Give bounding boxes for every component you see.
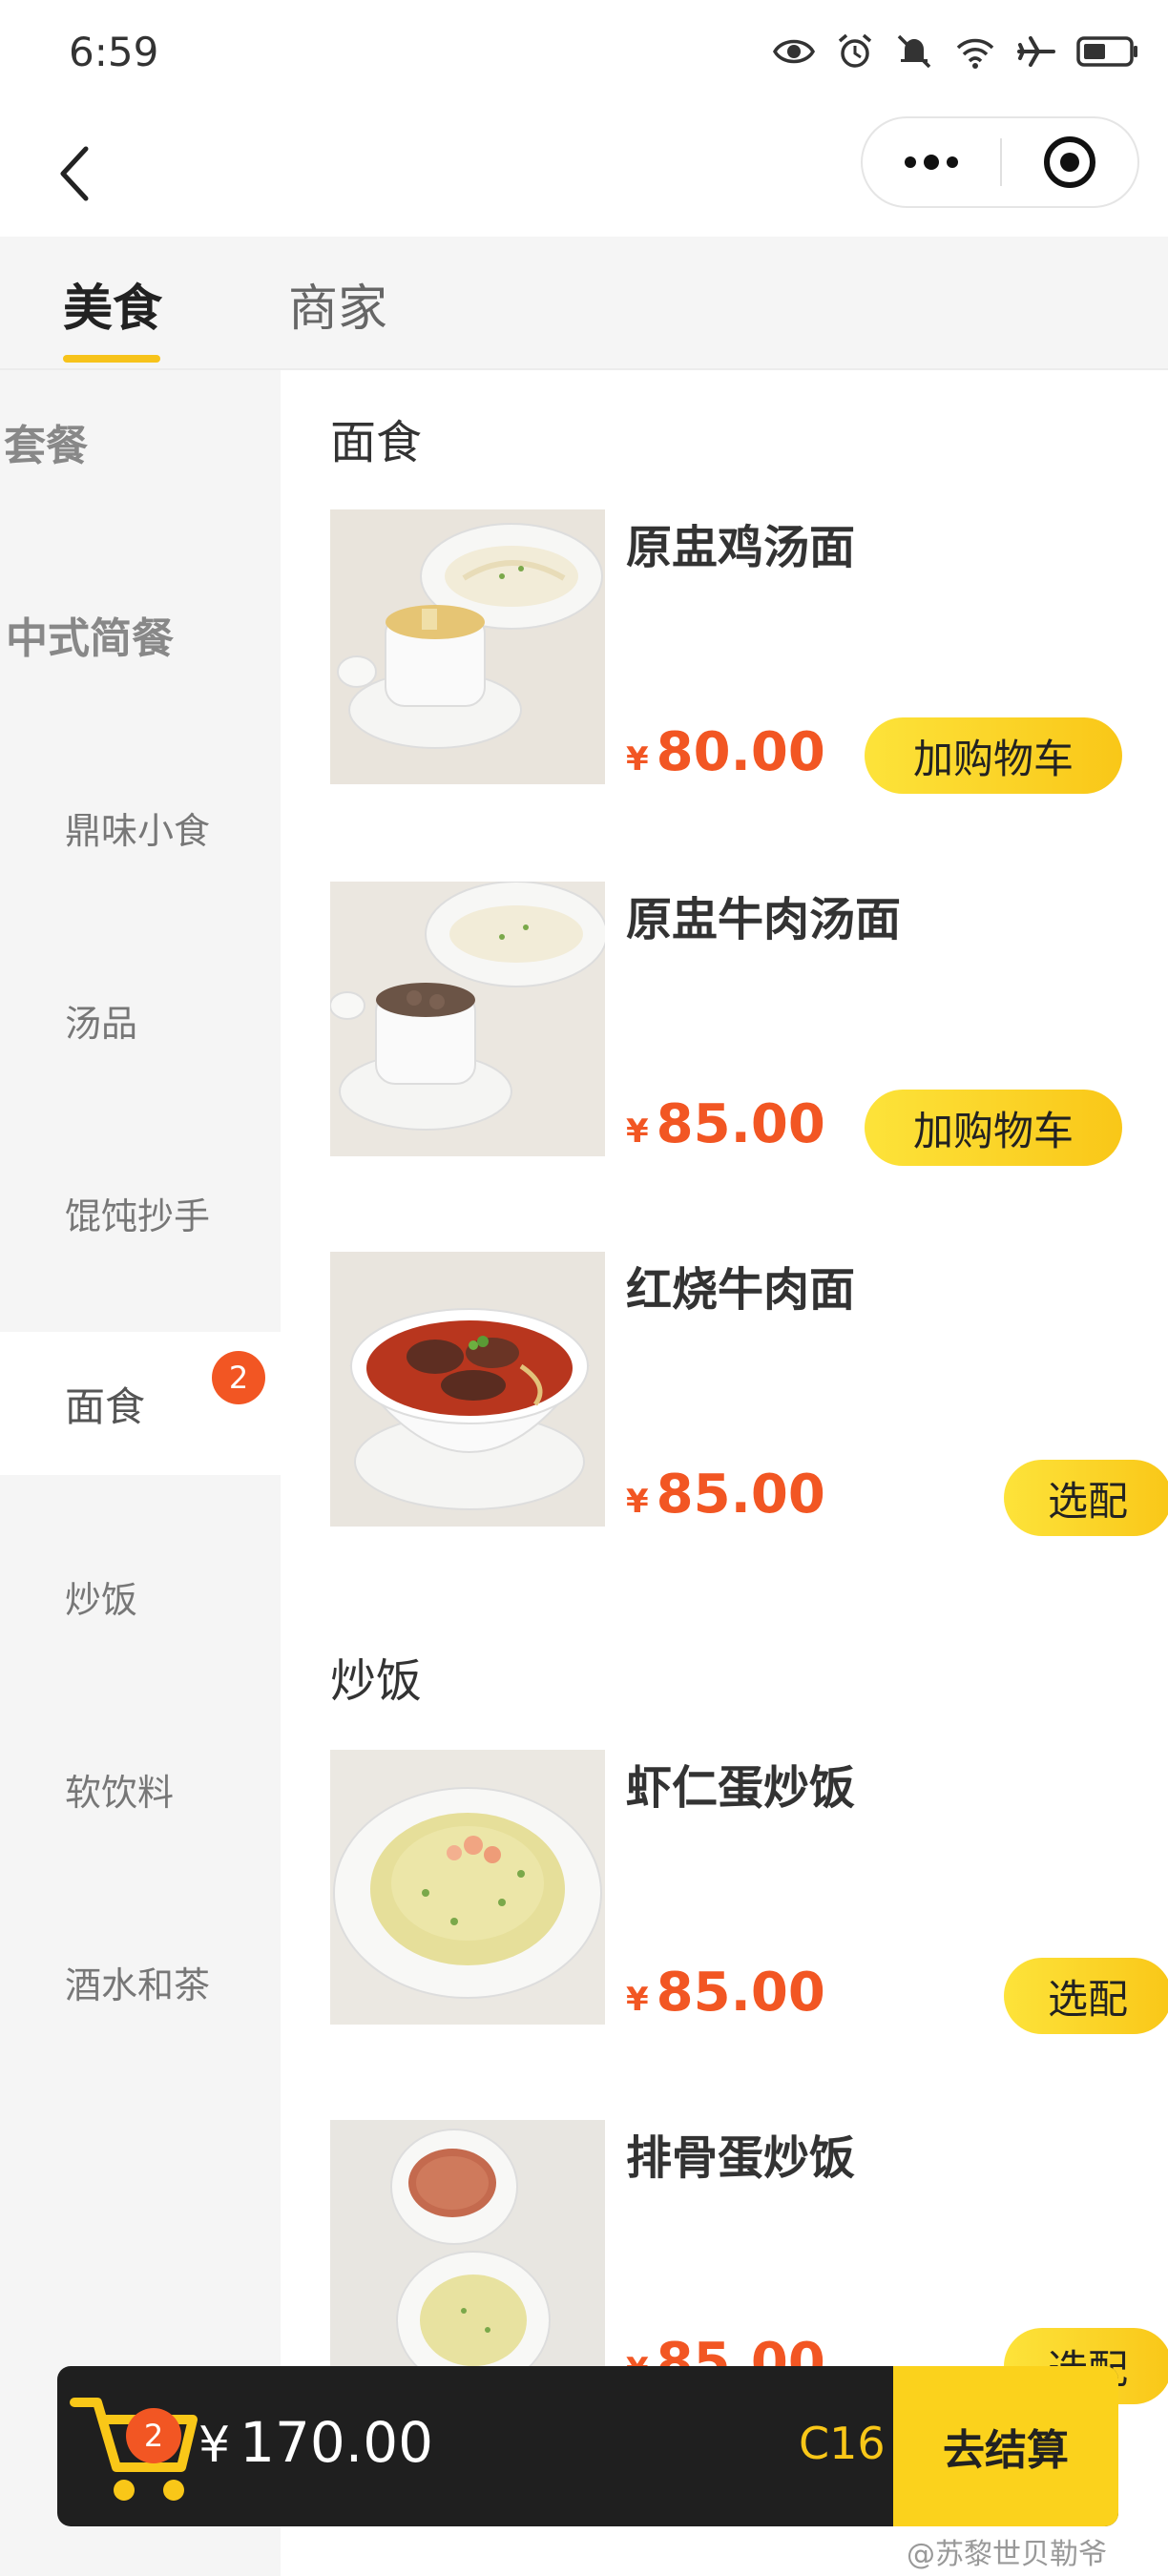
cart-count-badge: 2 [126, 2408, 181, 2463]
currency-symbol: ¥ [198, 2417, 231, 2474]
chicken-soup-noodle-image[interactable] [330, 509, 605, 784]
cart-total: ¥ 170.00 [198, 2410, 433, 2475]
table-number: C16 [799, 2418, 886, 2469]
sidebar-item-label: 汤品 [65, 1002, 138, 1045]
sidebar-item-wontons[interactable]: 馄饨抄手 [0, 1141, 281, 1284]
sidebar-item-label: 套餐 [4, 422, 88, 470]
currency-symbol: ¥ [626, 1483, 649, 1521]
shrimp-fried-rice-image[interactable] [330, 1750, 605, 2025]
braised-beef-noodle-image[interactable] [330, 1252, 605, 1527]
price-value: 85.00 [656, 1962, 825, 2024]
sidebar-item-soups[interactable]: 汤品 [0, 948, 281, 1091]
select-options-button[interactable]: 选配 [1004, 1958, 1168, 2034]
tab-merchant[interactable]: 商家 [288, 237, 387, 370]
select-options-button[interactable]: 选配 [1004, 1460, 1168, 1536]
pork-chop-fried-rice-image[interactable] [330, 2120, 605, 2395]
sidebar-item-label: 鼎味小食 [65, 809, 211, 852]
beef-soup-noodle-image[interactable] [330, 882, 605, 1156]
add-to-cart-button[interactable]: 加购物车 [865, 717, 1122, 794]
sidebar-item-fried-rice[interactable]: 炒饭 [0, 1525, 281, 1668]
dish-name: 原盅鸡汤面 [626, 521, 856, 574]
dish-card: 虾仁蛋炒饭 ¥ 85.00 选配 [330, 1750, 1168, 2034]
dish-name: 虾仁蛋炒饭 [626, 1761, 856, 1815]
dish-price: ¥ 85.00 [626, 1464, 825, 1526]
more-button[interactable] [863, 118, 1000, 206]
status-icons [773, 32, 1139, 71]
dish-name: 排骨蛋炒饭 [626, 2131, 856, 2185]
active-tab-indicator [63, 355, 160, 363]
add-to-cart-button[interactable]: 加购物车 [865, 1090, 1122, 1166]
currency-symbol: ¥ [626, 740, 649, 779]
sidebar-item-chinese-meal[interactable]: 中式简餐 [0, 563, 281, 706]
price-value: 85.00 [656, 1093, 825, 1155]
sidebar-item-label: 面食 [65, 1382, 146, 1430]
battery-icon [1076, 36, 1137, 67]
dish-name: 原盅牛肉汤面 [626, 893, 902, 946]
menu-content: 面食 原盅鸡汤面 ¥ 80.00 加购物车 原盅牛肉汤面 ¥ 85.00 加购物… [281, 370, 1168, 2576]
tab-food[interactable]: 美食 [63, 237, 162, 370]
status-time: 6:59 [69, 29, 159, 75]
bell-off-icon [897, 34, 931, 69]
back-button[interactable] [46, 135, 103, 212]
sidebar-item-label: 酒水和茶 [65, 1963, 211, 2006]
nav-header [0, 113, 1168, 237]
section-title-noodles: 面食 [330, 416, 423, 469]
dish-price: ¥ 85.00 [626, 1093, 825, 1155]
dish-card: 排骨蛋炒饭 ¥ 85.00 选配 [330, 2120, 1168, 2404]
close-button[interactable] [1002, 118, 1137, 206]
section-title-fried-rice: 炒饭 [330, 1654, 423, 1708]
price-value: 80.00 [656, 721, 825, 783]
mini-program-capsule [861, 116, 1139, 208]
sidebar-item-snacks[interactable]: 鼎味小食 [0, 756, 281, 899]
watermark: @苏黎世贝勒爷 [907, 2538, 1107, 2571]
count-badge: 2 [212, 1351, 265, 1404]
airplane-icon [1017, 36, 1055, 67]
chevron-left-icon [60, 146, 89, 201]
checkout-button[interactable]: 去结算 [893, 2366, 1118, 2526]
price-value: 85.00 [656, 1464, 825, 1526]
sidebar-item-drinks-tea[interactable]: 酒水和茶 [0, 1910, 281, 2053]
wifi-icon [956, 38, 994, 69]
category-sidebar: 套餐 中式简餐 鼎味小食 汤品 馄饨抄手 面食 2 炒饭 软饮料 酒水和茶 [0, 370, 281, 2576]
currency-symbol: ¥ [626, 1981, 649, 2019]
dish-card: 原盅鸡汤面 ¥ 80.00 加购物车 [330, 509, 1132, 794]
sidebar-item-label: 中式简餐 [6, 614, 174, 663]
sidebar-item-label: 软饮料 [65, 1771, 175, 1814]
dish-name: 红烧牛肉面 [626, 1263, 856, 1317]
eye-icon [773, 39, 815, 64]
cart-bar[interactable]: 2 ¥ 170.00 C16 去结算 [57, 2366, 1118, 2526]
total-value: 170.00 [240, 2410, 434, 2475]
sidebar-item-label: 炒饭 [65, 1578, 138, 1621]
dish-price: ¥ 80.00 [626, 721, 825, 783]
sidebar-item-noodles[interactable]: 面食 2 [0, 1332, 281, 1475]
target-icon [1044, 136, 1095, 188]
top-tabs: 美食 商家 [0, 237, 1168, 370]
more-dots-icon [905, 155, 958, 170]
currency-symbol: ¥ [626, 1112, 649, 1151]
sidebar-item-combo[interactable]: 套餐 [0, 370, 281, 513]
dish-card: 原盅牛肉汤面 ¥ 85.00 加购物车 [330, 882, 1132, 1166]
sidebar-item-label: 馄饨抄手 [65, 1195, 211, 1237]
alarm-icon [838, 33, 872, 68]
dish-card: 红烧牛肉面 ¥ 85.00 选配 [330, 1252, 1168, 1536]
dish-price: ¥ 85.00 [626, 1962, 825, 2024]
status-bar: 6:59 [0, 0, 1168, 113]
sidebar-item-soft-drinks[interactable]: 软饮料 [0, 1717, 281, 1860]
